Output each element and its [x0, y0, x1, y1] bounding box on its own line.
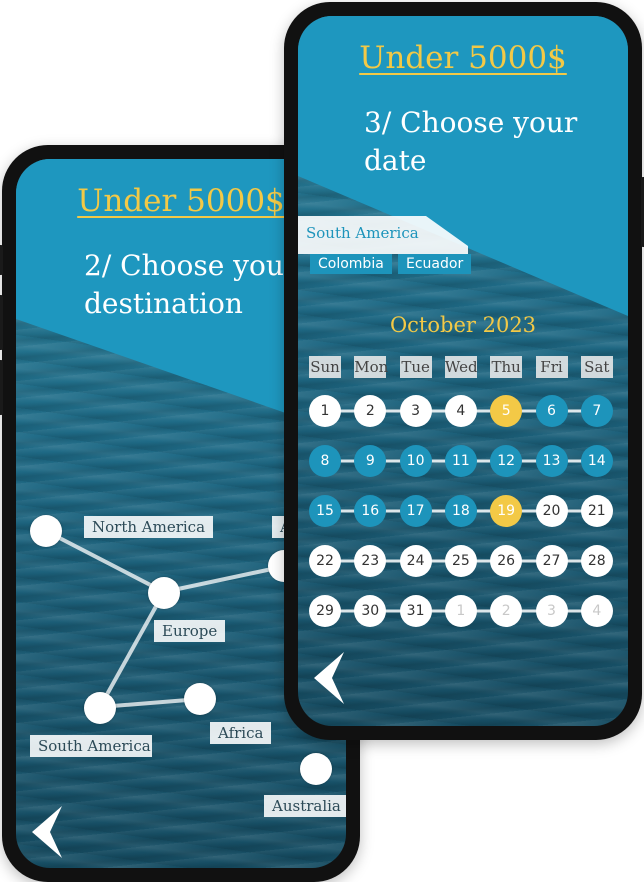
calendar-day[interactable]: 17: [399, 495, 432, 527]
label-north-america[interactable]: North America: [84, 516, 214, 538]
weekday-wed: Wed: [444, 356, 478, 378]
calendar-day[interactable]: 15: [309, 495, 341, 527]
node-australia[interactable]: [300, 753, 332, 785]
label-south-america[interactable]: South America: [30, 735, 152, 757]
weekday-tue: Tue: [399, 356, 432, 378]
calendar-day-next-month[interactable]: 2: [490, 595, 523, 627]
calendar-day[interactable]: 11: [444, 445, 477, 477]
calendar-day[interactable]: 27: [535, 545, 568, 577]
node-north-america[interactable]: [30, 515, 62, 547]
phone-right: Under 5000$ 3/ Choose your date South Am…: [284, 2, 644, 740]
calendar-day[interactable]: 18: [444, 495, 477, 527]
chevron-left-icon[interactable]: [30, 804, 64, 860]
calendar-day[interactable]: 14: [580, 445, 613, 477]
calendar-day-next-month[interactable]: 3: [535, 595, 568, 627]
calendar-day[interactable]: 6: [535, 395, 568, 427]
calendar-day[interactable]: 26: [490, 545, 523, 577]
calendar-day[interactable]: 12: [490, 445, 523, 477]
calendar-day[interactable]: 29: [309, 595, 341, 627]
node-europe[interactable]: [148, 577, 180, 609]
calendar-day[interactable]: 5: [490, 395, 523, 427]
weekday-sat: Sat: [580, 356, 613, 378]
calendar-day[interactable]: 21: [580, 495, 613, 527]
calendar-day[interactable]: 19: [490, 495, 523, 527]
calendar-day[interactable]: 25: [444, 545, 477, 577]
step-heading-line2: destination: [84, 287, 243, 320]
weekday-fri: Fri: [535, 356, 568, 378]
calendar-day[interactable]: 20: [535, 495, 568, 527]
date-screen: Under 5000$ 3/ Choose your date South Am…: [298, 16, 628, 726]
calendar-day[interactable]: 31: [399, 595, 432, 627]
calendar-day[interactable]: 3: [399, 395, 432, 427]
calendar-day[interactable]: 10: [399, 445, 432, 477]
node-south-america[interactable]: [84, 692, 116, 724]
chevron-left-icon[interactable]: [312, 650, 346, 706]
weekday-thu: Thu: [490, 356, 523, 378]
label-europe[interactable]: Europe: [154, 620, 226, 642]
label-africa[interactable]: Africa: [210, 722, 272, 744]
calendar-day[interactable]: 7: [580, 395, 613, 427]
label-australia[interactable]: Australia: [264, 795, 346, 817]
calendar-day[interactable]: 4: [444, 395, 477, 427]
node-africa[interactable]: [184, 683, 216, 715]
calendar-day[interactable]: 8: [309, 445, 341, 477]
calendar-day[interactable]: 24: [399, 545, 432, 577]
calendar-day-next-month[interactable]: 1: [444, 595, 477, 627]
calendar-day[interactable]: 22: [309, 545, 341, 577]
weekday-sun: Sun: [309, 356, 341, 378]
step-heading-line1: 2/ Choose your: [84, 249, 298, 282]
calendar-day[interactable]: 13: [535, 445, 568, 477]
calendar-day[interactable]: 1: [309, 395, 341, 427]
calendar-day-next-month[interactable]: 4: [580, 595, 613, 627]
calendar-day[interactable]: 28: [580, 545, 613, 577]
weekday-mon: Mon: [354, 356, 389, 378]
